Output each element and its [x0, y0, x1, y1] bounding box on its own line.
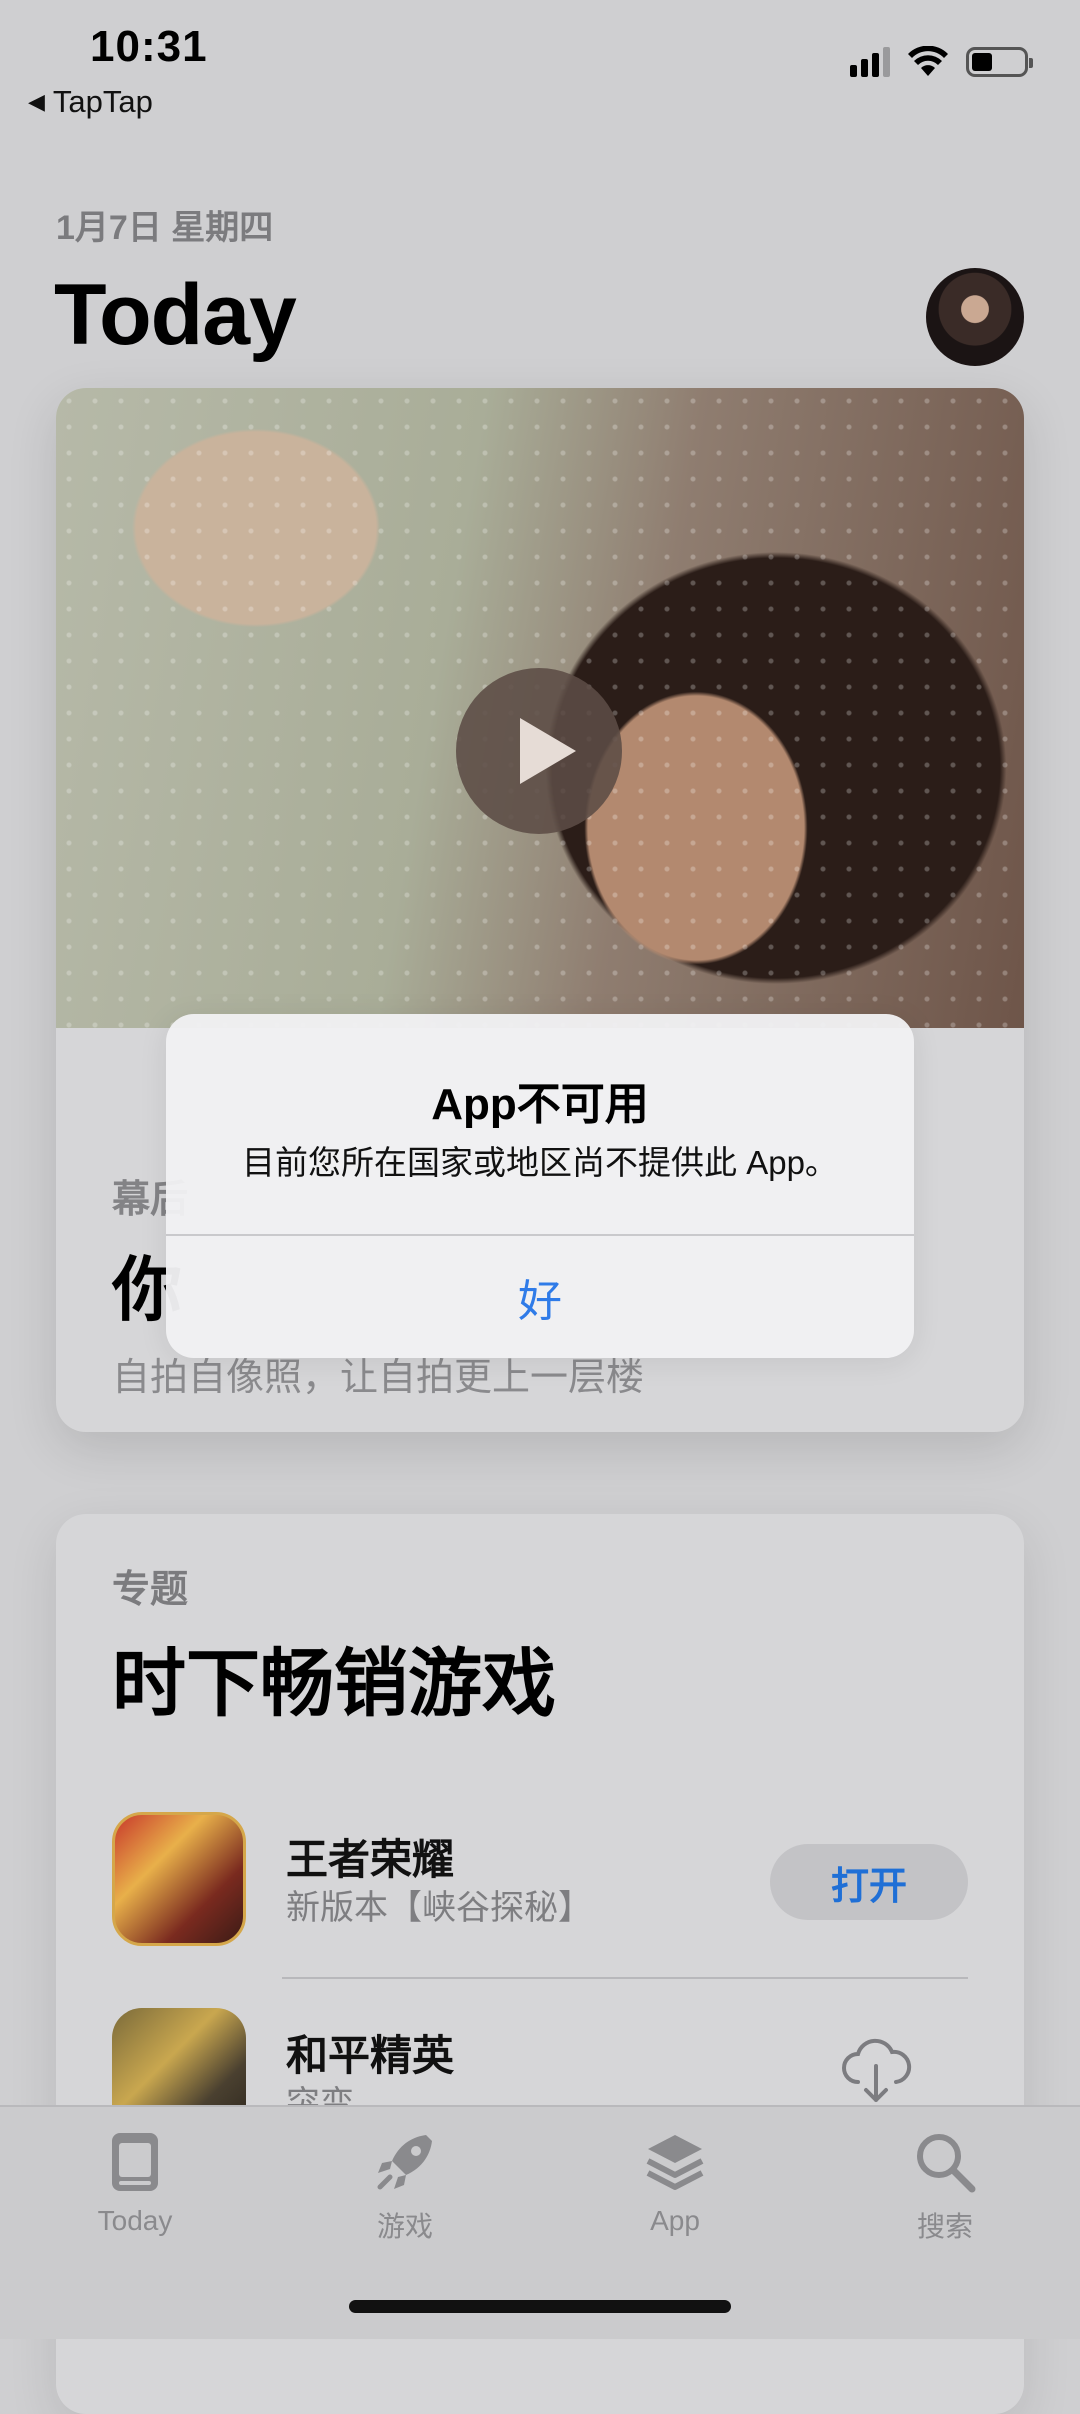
wifi-icon: [908, 46, 948, 76]
cloud-download-icon[interactable]: [836, 2030, 916, 2110]
cellular-signal-icon: [850, 47, 890, 77]
home-indicator[interactable]: [349, 2300, 731, 2313]
tab-apps[interactable]: App: [575, 2127, 775, 2237]
tab-label: App: [650, 2205, 700, 2236]
alert-message: 目前您所在国家或地区尚不提供此 App。: [242, 1144, 838, 1181]
app-row-wangzhe[interactable]: 王者荣耀 新版本【峡谷探秘】 打开: [112, 1812, 968, 1952]
row-divider: [282, 1977, 968, 1979]
open-app-button[interactable]: 打开: [770, 1844, 968, 1920]
alert-ok-button[interactable]: 好: [166, 1236, 914, 1358]
page-title: Today: [54, 267, 297, 363]
tab-search[interactable]: 搜索: [845, 2127, 1045, 2245]
tab-games[interactable]: 游戏: [305, 2127, 505, 2245]
back-to-app-link[interactable]: ◀ TapTap: [28, 84, 153, 120]
today-icon: [112, 2133, 158, 2191]
tab-today[interactable]: Today: [35, 2127, 235, 2237]
play-video-button[interactable]: [456, 668, 622, 834]
search-icon: [917, 2134, 976, 2193]
app-name: 和平精英: [286, 2032, 455, 2079]
tab-label: 游戏: [376, 2211, 433, 2242]
wangzhe-app-icon: [112, 1812, 246, 1946]
avatar[interactable]: [926, 268, 1024, 366]
collection-title: 时下畅销游戏: [112, 1642, 556, 1725]
date-label: 1月7日 星期四: [56, 209, 274, 247]
collection-label: 专题: [112, 1569, 189, 1611]
tab-label: Today: [97, 2205, 173, 2236]
status-time: 10:31: [90, 22, 208, 71]
app-unavailable-alert: App不可用 目前您所在国家或地区尚不提供此 App。 好: [166, 1014, 914, 1358]
tab-label: 搜索: [916, 2211, 973, 2242]
app-subtitle: 新版本【峡谷探秘】: [286, 1889, 592, 1927]
rocket-icon: [377, 2135, 432, 2190]
battery-icon: [966, 47, 1033, 77]
back-triangle-icon: ◀: [28, 89, 45, 114]
app-name: 王者荣耀: [286, 1836, 455, 1883]
alert-title: App不可用: [431, 1080, 649, 1129]
app-stack-icon: [646, 2135, 704, 2190]
status-icons: [850, 46, 1033, 78]
back-app-label: TapTap: [52, 84, 153, 119]
